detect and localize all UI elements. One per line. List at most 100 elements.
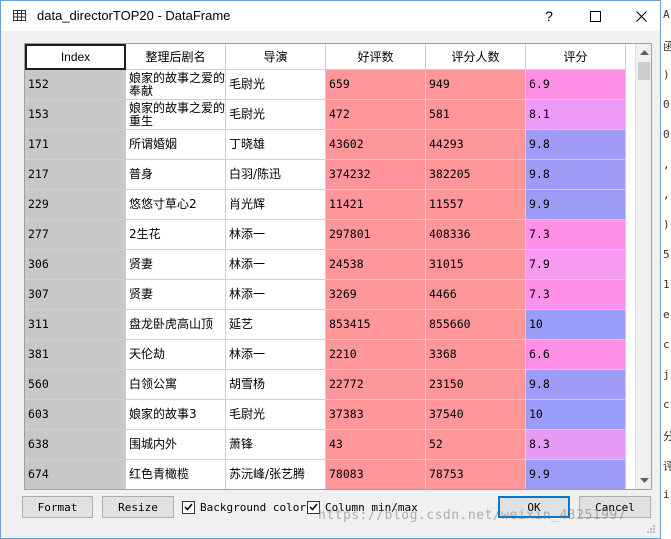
score-cell[interactable]: 6.9 (526, 70, 626, 100)
director-cell[interactable]: 萧锋 (226, 430, 326, 460)
table-row[interactable]: 560 白领公寓 胡雪杨 22772 23150 9.8 (25, 370, 626, 400)
index-cell[interactable]: 306 (25, 250, 126, 280)
raters-cell[interactable]: 4466 (426, 280, 526, 310)
scroll-up-arrow-icon[interactable] (636, 44, 651, 61)
good-reviews-cell[interactable]: 22772 (326, 370, 426, 400)
raters-cell[interactable]: 581 (426, 100, 526, 130)
table-row[interactable]: 306 贤妻 林添一 24538 31015 7.9 (25, 250, 626, 280)
index-cell[interactable]: 152 (25, 70, 126, 100)
index-cell[interactable]: 603 (25, 400, 126, 430)
checkbox-box[interactable] (182, 500, 195, 514)
director-cell[interactable]: 白羽/陈迅 (226, 160, 326, 190)
raters-cell[interactable]: 3368 (426, 340, 526, 370)
scroll-thumb[interactable] (638, 62, 650, 80)
good-reviews-cell[interactable]: 297801 (326, 220, 426, 250)
title-cell[interactable]: 红色青橄榄 (126, 460, 226, 489)
index-cell[interactable]: 638 (25, 430, 126, 460)
resize-button[interactable]: Resize (102, 496, 174, 518)
format-button[interactable]: Format (22, 496, 93, 518)
index-cell[interactable]: 307 (25, 280, 126, 310)
good-reviews-cell[interactable]: 374232 (326, 160, 426, 190)
director-cell[interactable]: 林添一 (226, 340, 326, 370)
table-row[interactable]: 217 普身 白羽/陈迅 374232 382205 9.8 (25, 160, 626, 190)
table-row[interactable]: 674 红色青橄榄 苏沅峰/张艺腾 78083 78753 9.9 (25, 460, 626, 489)
index-cell[interactable]: 674 (25, 460, 126, 489)
director-cell[interactable]: 毛尉光 (226, 100, 326, 130)
title-cell[interactable]: 天伦劫 (126, 340, 226, 370)
director-cell[interactable]: 胡雪杨 (226, 370, 326, 400)
table-row[interactable]: 638 围城内外 萧锋 43 52 8.3 (25, 430, 626, 460)
table-row[interactable]: 277 2生花 林添一 297801 408336 7.3 (25, 220, 626, 250)
raters-cell[interactable]: 31015 (426, 250, 526, 280)
close-button[interactable] (618, 1, 664, 31)
title-cell[interactable]: 2生花 (126, 220, 226, 250)
director-cell[interactable]: 肖光辉 (226, 190, 326, 220)
score-cell[interactable]: 7.3 (526, 280, 626, 310)
help-button[interactable]: ? (526, 1, 572, 31)
director-cell[interactable]: 延艺 (226, 310, 326, 340)
index-cell[interactable]: 311 (25, 310, 126, 340)
header-title[interactable]: 整理后剧名 (126, 44, 226, 70)
scroll-down-arrow-icon[interactable] (636, 472, 651, 489)
raters-cell[interactable]: 382205 (426, 160, 526, 190)
score-cell[interactable]: 7.9 (526, 250, 626, 280)
index-cell[interactable]: 277 (25, 220, 126, 250)
background-color-checkbox[interactable]: Background color (182, 499, 306, 515)
score-cell[interactable]: 9.9 (526, 190, 626, 220)
title-cell[interactable]: 娘家的故事3 (126, 400, 226, 430)
score-cell[interactable]: 10 (526, 310, 626, 340)
table-row[interactable]: 311 盘龙卧虎高山顶 延艺 853415 855660 10 (25, 310, 626, 340)
score-cell[interactable]: 9.9 (526, 460, 626, 489)
title-cell[interactable]: 盘龙卧虎高山顶 (126, 310, 226, 340)
table-row[interactable]: 307 贤妻 林添一 3269 4466 7.3 (25, 280, 626, 310)
good-reviews-cell[interactable]: 24538 (326, 250, 426, 280)
title-cell[interactable]: 娘家的故事之爱的重生 (126, 100, 226, 130)
score-cell[interactable]: 6.6 (526, 340, 626, 370)
director-cell[interactable]: 林添一 (226, 220, 326, 250)
raters-cell[interactable]: 37540 (426, 400, 526, 430)
header-score[interactable]: 评分 (526, 44, 626, 70)
index-cell[interactable]: 560 (25, 370, 126, 400)
director-cell[interactable]: 林添一 (226, 250, 326, 280)
table-row[interactable]: 171 所谓婚姻 丁晓雄 43602 44293 9.8 (25, 130, 626, 160)
good-reviews-cell[interactable]: 2210 (326, 340, 426, 370)
score-cell[interactable]: 9.8 (526, 160, 626, 190)
raters-cell[interactable]: 855660 (426, 310, 526, 340)
score-cell[interactable]: 8.3 (526, 430, 626, 460)
raters-cell[interactable]: 78753 (426, 460, 526, 489)
table-row[interactable]: 381 天伦劫 林添一 2210 3368 6.6 (25, 340, 626, 370)
good-reviews-cell[interactable]: 853415 (326, 310, 426, 340)
index-cell[interactable]: 381 (25, 340, 126, 370)
raters-cell[interactable]: 52 (426, 430, 526, 460)
title-cell[interactable]: 贤妻 (126, 250, 226, 280)
raters-cell[interactable]: 949 (426, 70, 526, 100)
score-cell[interactable]: 10 (526, 400, 626, 430)
header-director[interactable]: 导演 (226, 44, 326, 70)
raters-cell[interactable]: 11557 (426, 190, 526, 220)
raters-cell[interactable]: 23150 (426, 370, 526, 400)
good-reviews-cell[interactable]: 11421 (326, 190, 426, 220)
maximize-button[interactable] (572, 1, 618, 31)
good-reviews-cell[interactable]: 78083 (326, 460, 426, 489)
index-cell[interactable]: 217 (25, 160, 126, 190)
index-cell[interactable]: 171 (25, 130, 126, 160)
title-cell[interactable]: 娘家的故事之爱的奉献 (126, 70, 226, 100)
good-reviews-cell[interactable]: 43 (326, 430, 426, 460)
director-cell[interactable]: 苏沅峰/张艺腾 (226, 460, 326, 489)
index-cell[interactable]: 153 (25, 100, 126, 130)
good-reviews-cell[interactable]: 472 (326, 100, 426, 130)
title-cell[interactable]: 贤妻 (126, 280, 226, 310)
good-reviews-cell[interactable]: 3269 (326, 280, 426, 310)
score-cell[interactable]: 9.8 (526, 370, 626, 400)
title-cell[interactable]: 悠悠寸草心2 (126, 190, 226, 220)
director-cell[interactable]: 毛尉光 (226, 400, 326, 430)
good-reviews-cell[interactable]: 43602 (326, 130, 426, 160)
director-cell[interactable]: 林添一 (226, 280, 326, 310)
raters-cell[interactable]: 44293 (426, 130, 526, 160)
good-reviews-cell[interactable]: 37383 (326, 400, 426, 430)
resize-grip-icon[interactable] (646, 524, 656, 534)
index-cell[interactable]: 229 (25, 190, 126, 220)
title-cell[interactable]: 所谓婚姻 (126, 130, 226, 160)
table-row[interactable]: 152 娘家的故事之爱的奉献 毛尉光 659 949 6.9 (25, 70, 626, 100)
score-cell[interactable]: 9.8 (526, 130, 626, 160)
